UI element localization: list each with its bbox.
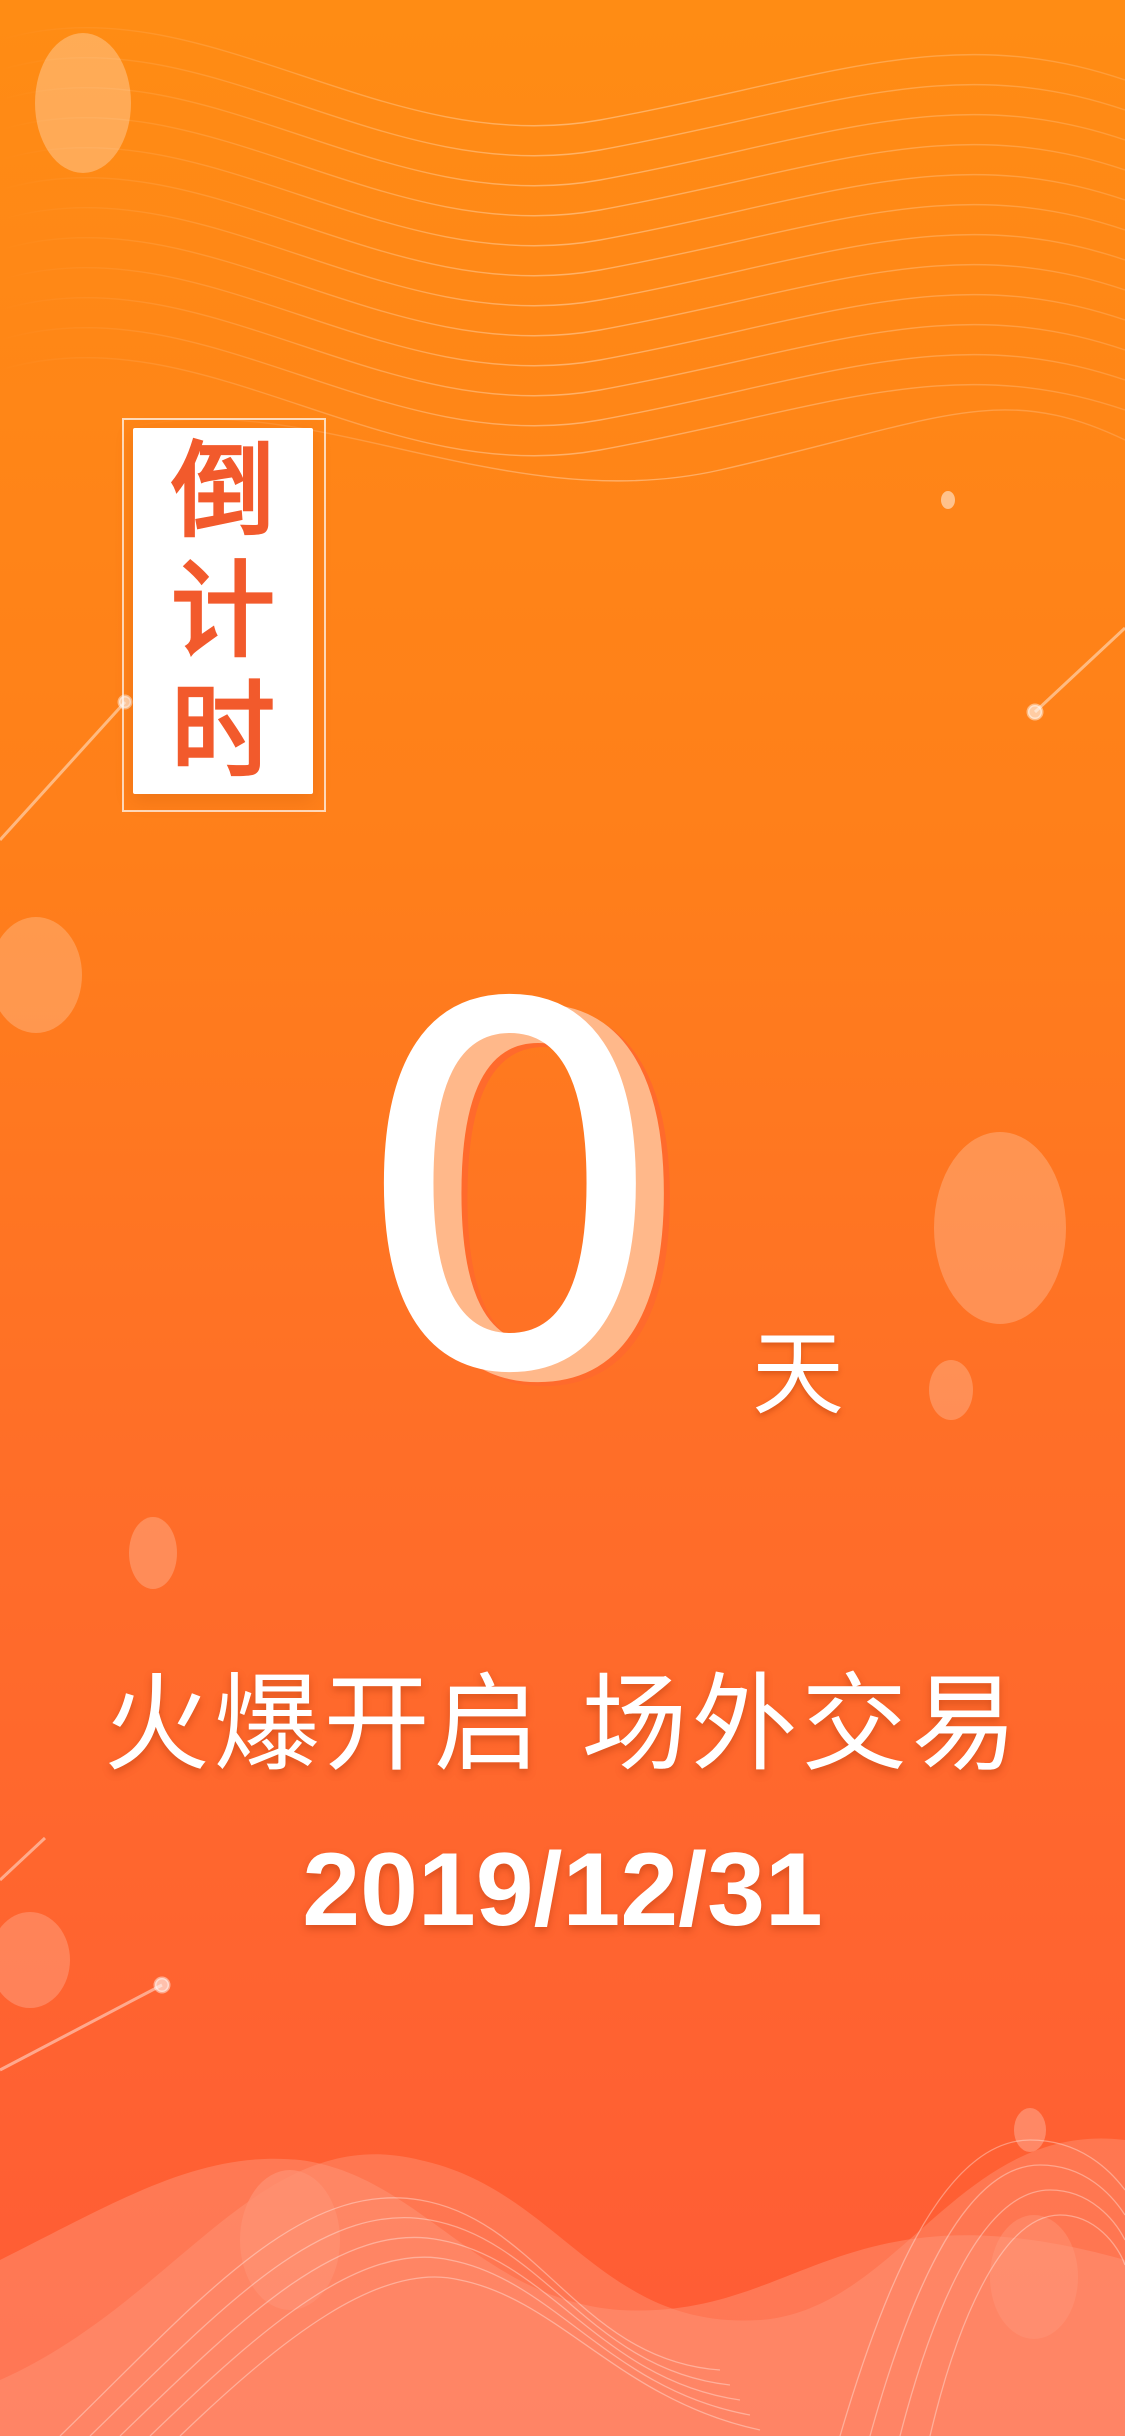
top-wave-lines bbox=[0, 26, 1125, 482]
countdown-title-box: 倒 计 时 bbox=[133, 428, 313, 794]
title-char-3: 时 bbox=[170, 670, 275, 792]
title-char-2: 计 bbox=[170, 550, 275, 672]
days-remaining-number: 0 bbox=[350, 901, 670, 1483]
launch-date: 2019/12/31 bbox=[302, 1832, 823, 1948]
title-char-1: 倒 bbox=[170, 430, 275, 552]
bottom-waves bbox=[0, 2138, 1125, 2436]
days-unit-label: 天 bbox=[752, 1321, 845, 1428]
slogan-text: 火爆开启 场外交易 bbox=[103, 1663, 1022, 1786]
